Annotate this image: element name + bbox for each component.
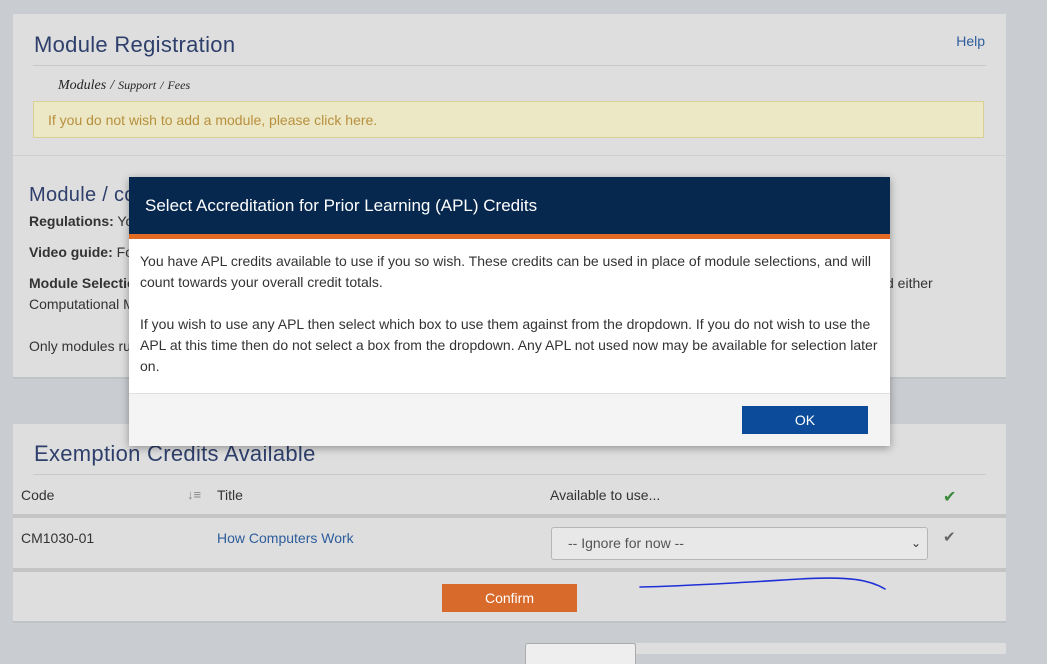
breadcrumb-separator: / [160, 78, 164, 92]
section-divider [13, 155, 1006, 156]
only-modules-text: Only modules ru [29, 338, 131, 354]
modal-footer: OK [129, 393, 890, 446]
apl-credits-modal: Select Accreditation for Prior Learning … [129, 177, 890, 446]
module-selection-line: Module Selectio [29, 275, 136, 291]
module-section-title: Module / co [29, 184, 136, 206]
computational-text: Computational M [29, 296, 135, 312]
module-selection-label: Module Selectio [29, 275, 136, 291]
no-module-notice[interactable]: If you do not wish to add a module, plea… [33, 101, 984, 138]
row-title-link[interactable]: How Computers Work [217, 530, 354, 546]
breadcrumb: Modules / Support / Fees [58, 76, 190, 94]
breadcrumb-support[interactable]: Support [118, 78, 156, 92]
partial-panel [636, 643, 1006, 654]
module-selection-trailing: d either [886, 275, 933, 291]
select-value: -- Ignore for now -- [568, 535, 684, 551]
divider [33, 65, 986, 66]
divider [33, 474, 986, 475]
apl-usage-select[interactable]: -- Ignore for now -- ⌄ [551, 527, 928, 560]
panel-shadow [13, 621, 1006, 623]
breadcrumb-modules[interactable]: Modules [58, 78, 106, 93]
video-guide-line: Video guide: Fo [29, 244, 133, 260]
breadcrumb-fees[interactable]: Fees [167, 78, 190, 92]
column-available: Available to use... [550, 487, 661, 503]
modal-paragraph-1: You have APL credits available to use if… [140, 253, 872, 290]
page-title: Module Registration [34, 32, 236, 57]
modal-title: Select Accreditation for Prior Learning … [129, 177, 890, 239]
row-code: CM1030-01 [21, 530, 95, 546]
breadcrumb-separator: / [110, 78, 115, 93]
video-guide-label: Video guide: [29, 244, 113, 260]
sort-icon[interactable]: ↓≡ [187, 487, 201, 502]
regulations-line: Regulations: Yo [29, 213, 133, 229]
confirm-button[interactable]: Confirm [442, 584, 577, 612]
regulations-label: Regulations: [29, 213, 114, 229]
column-title[interactable]: Title [217, 487, 243, 503]
modal-body: You have APL credits available to use if… [129, 239, 890, 377]
help-link[interactable]: Help [956, 33, 985, 49]
modal-paragraph-2: If you wish to use any APL then select w… [140, 316, 878, 374]
column-code[interactable]: Code [21, 487, 54, 503]
row-check-icon[interactable]: ✔ [943, 528, 956, 546]
annotation-scribble [639, 577, 886, 590]
chevron-down-icon: ⌄ [910, 536, 921, 550]
ok-button[interactable]: OK [742, 406, 868, 434]
check-icon: ✔ [943, 489, 957, 506]
